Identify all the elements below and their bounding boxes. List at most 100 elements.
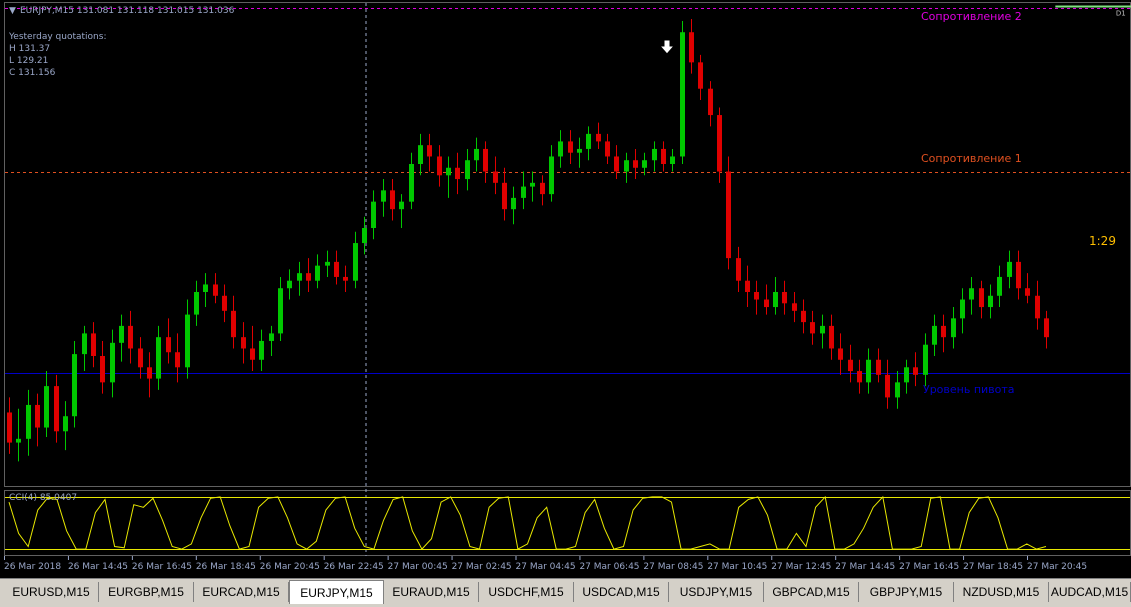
symbol-tab-bar: EURUSD,M15 EURGBP,M15 EURCAD,M15 EURJPY,M15… — [0, 578, 1131, 607]
tab-usdcad[interactable]: USDCAD,M15 — [574, 582, 669, 602]
candle-body — [119, 325, 124, 343]
candle-body — [474, 148, 479, 161]
indicator-frame — [4, 490, 1131, 556]
candle-body — [652, 148, 657, 161]
candle-body — [1007, 261, 1012, 277]
candle-body — [72, 354, 77, 417]
x-tick-label: 27 Mar 16:45 — [899, 562, 959, 572]
candle-body — [876, 359, 881, 375]
chart-window[interactable]: D1H1H4M30M15H1M30M15 ▼ EURJPY,M15 131.08… — [0, 0, 1131, 607]
candle-body — [913, 367, 918, 375]
symbol-header-arrow: ▼ — [9, 6, 16, 16]
candle-body — [418, 145, 423, 164]
candle-body — [259, 340, 264, 360]
candle-body — [698, 62, 703, 89]
x-tick-label: 26 Mar 18:45 — [196, 562, 256, 572]
cci-indicator — [5, 495, 1130, 550]
candle-body — [521, 186, 526, 198]
x-tick-label: 26 Mar 22:45 — [324, 562, 384, 572]
candle-body — [334, 261, 339, 277]
candle-body — [661, 148, 666, 164]
level-lines — [5, 8, 1130, 374]
candle-body — [278, 288, 283, 334]
candle-body — [801, 310, 806, 323]
tab-gbpcad[interactable]: GBPCAD,M15 — [764, 582, 859, 602]
candle-body — [642, 160, 647, 168]
candle-body — [829, 325, 834, 349]
tab-euraud[interactable]: EURAUD,M15 — [384, 582, 479, 602]
candle-body — [381, 190, 386, 202]
candle-body — [810, 322, 815, 334]
candle-body — [605, 141, 610, 157]
x-tick-label: 27 Mar 20:45 — [1027, 562, 1087, 572]
candle-body — [483, 148, 488, 172]
candle-body — [923, 344, 928, 375]
candle-body — [409, 164, 414, 202]
candle-body — [35, 404, 40, 428]
candle-body — [988, 295, 993, 308]
x-tick-label: 27 Mar 10:45 — [707, 562, 767, 572]
candle-body — [175, 352, 180, 368]
candle-body — [128, 325, 133, 349]
main-chart-frame — [4, 2, 1131, 487]
candle-body — [764, 299, 769, 308]
tab-usdjpy[interactable]: USDJPY,M15 — [669, 582, 764, 602]
tab-eurcad[interactable]: EURCAD,M15 — [194, 582, 289, 602]
candle-body — [904, 367, 909, 383]
x-tick-label: 26 Mar 20:45 — [260, 562, 320, 572]
candle-body — [287, 280, 292, 289]
candle-body — [726, 171, 731, 259]
tab-eurgbp[interactable]: EURGBP,M15 — [99, 582, 194, 602]
candle-body — [838, 348, 843, 360]
tab-nzdusd[interactable]: NZDUSD,M15 — [954, 582, 1049, 602]
candle-body — [54, 386, 59, 432]
candle-body — [745, 280, 750, 292]
candle-body — [614, 156, 619, 172]
candle-body — [399, 201, 404, 210]
x-tick-label: 27 Mar 04:45 — [516, 562, 576, 572]
x-tick-label: 26 Mar 2018 — [4, 562, 61, 572]
x-tick-label: 27 Mar 12:45 — [771, 562, 831, 572]
candle-body — [343, 276, 348, 281]
candle-body — [156, 337, 161, 379]
tab-usdchf[interactable]: USDCHF,M15 — [479, 582, 574, 602]
candle-body — [717, 115, 722, 172]
candle-body — [577, 148, 582, 153]
candle-body — [269, 333, 274, 341]
tab-gbpjpy[interactable]: GBPJPY,M15 — [859, 582, 954, 602]
candle-body — [203, 284, 208, 292]
candle-body — [1025, 288, 1030, 296]
x-tick-label: 27 Mar 08:45 — [643, 562, 703, 572]
candle-body — [997, 276, 1002, 296]
candle-body — [820, 325, 825, 334]
candle-body — [1016, 261, 1021, 289]
candle-body — [241, 337, 246, 349]
candle-body — [147, 367, 152, 379]
candle-body — [596, 133, 601, 142]
candle-body — [306, 273, 311, 281]
hl-markers: D1H1H4M30M15H1M30M15 — [1055, 5, 1131, 18]
candle-body — [110, 342, 115, 383]
tab-eurusd[interactable]: EURUSD,M15 — [4, 582, 99, 602]
candle-body — [670, 156, 675, 164]
candle-body — [26, 404, 31, 439]
candle-body — [689, 32, 694, 63]
candle-body — [530, 182, 535, 187]
candles — [7, 19, 1049, 462]
candle-body — [511, 197, 516, 210]
symbol-header: EURJPY,M15 131.081 131.118 131.015 131.0… — [20, 6, 235, 16]
candle-body — [362, 228, 367, 244]
tab-eurjpy[interactable]: EURJPY,M15 — [289, 580, 384, 604]
candle-body — [371, 201, 376, 228]
candle-body — [624, 160, 629, 172]
tab-audcad[interactable]: AUDCAD,M15 — [1049, 582, 1131, 602]
candle-body — [895, 382, 900, 398]
pivot-label: Уровень пивота — [923, 383, 1015, 396]
yesterday-title: Yesterday quotations: — [8, 32, 106, 42]
candle-body — [708, 88, 713, 116]
candle-body — [100, 356, 105, 383]
candle-body — [427, 145, 432, 157]
x-tick-label: 26 Mar 16:45 — [132, 562, 192, 572]
x-tick-label: 27 Mar 18:45 — [963, 562, 1023, 572]
resistance1-label: Сопротивление 1 — [921, 152, 1022, 165]
